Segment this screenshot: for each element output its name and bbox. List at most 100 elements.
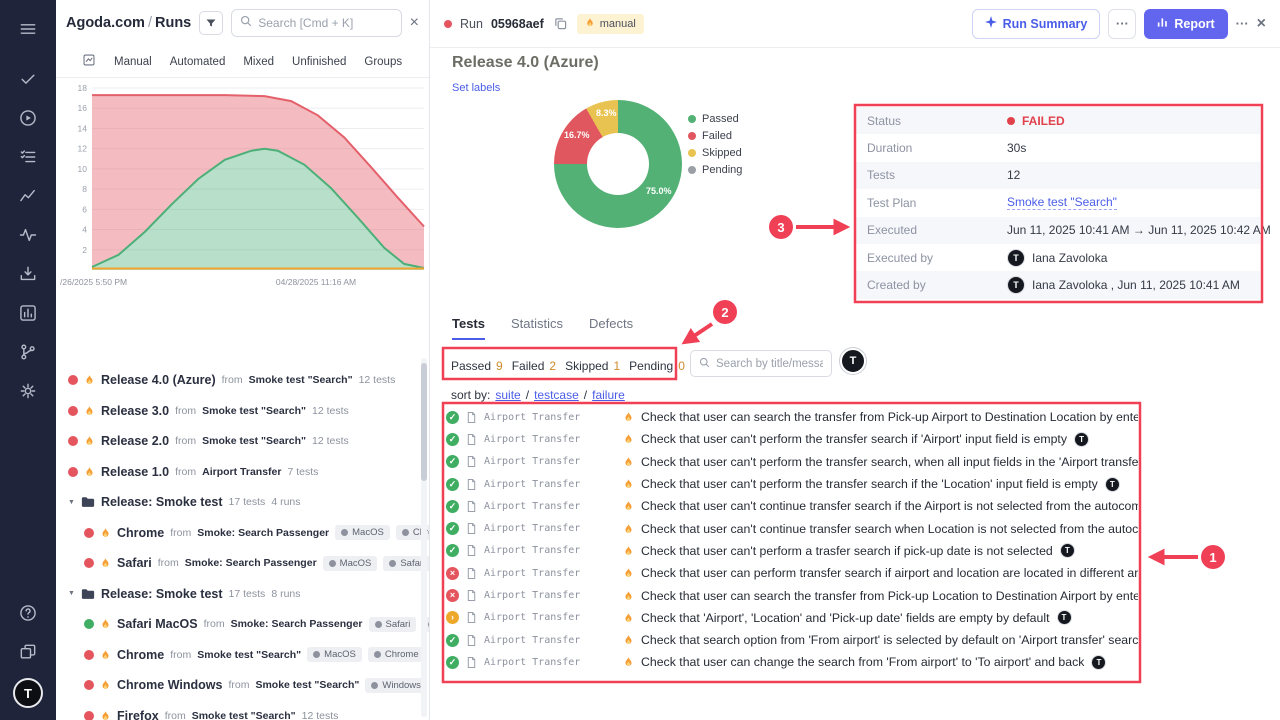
test-row[interactable]: ✓Airport TransferCheck that user can't p… [446,473,1138,495]
tests-search-input[interactable] [716,358,823,370]
run-row[interactable]: Release 3.0fromSmoke test "Search"12 tes… [68,396,429,427]
filter-pending[interactable]: Pending0 [629,359,685,373]
tab-manual[interactable]: Manual [114,56,152,68]
analytics-icon[interactable] [13,300,43,326]
test-title: Check that user can't perform the transf… [641,477,1098,491]
import-icon[interactable] [13,261,43,287]
tab-automated[interactable]: Automated [170,56,226,68]
test-row[interactable]: ✓Airport TransferCheck that user can't c… [446,495,1138,517]
sort-testcase[interactable]: testcase [534,388,579,402]
run-folder-row[interactable]: ▼Release: Smoke test17 tests8 runs [68,579,429,610]
settings-gear-icon[interactable] [13,378,43,404]
scrollbar-thumb[interactable] [421,363,427,481]
filter-failed[interactable]: Failed2 [512,359,556,373]
help-icon[interactable] [13,600,43,626]
copy-icon[interactable] [552,15,569,32]
run-row[interactable]: SafarifromSmoke: Search PassengerMacOSSa… [68,548,429,579]
checklist-icon[interactable] [13,144,43,170]
user-filter-avatar[interactable]: T [840,348,866,374]
run-status-dot [444,20,452,28]
runs-filter-tabs: Manual Automated Mixed Unfinished Groups [56,46,429,78]
test-row[interactable]: ✓Airport TransferCheck that user can't c… [446,517,1138,539]
filter-skipped[interactable]: Skipped1 [565,359,620,373]
testcase-icon [466,589,477,602]
run-folder-row[interactable]: ▼Release: Smoke test17 tests4 runs [68,487,429,518]
runs-search-input[interactable] [258,16,392,30]
tab-groups[interactable]: Groups [364,56,402,68]
run-status-icon [84,528,94,538]
tab-mixed[interactable]: Mixed [243,56,274,68]
project-name[interactable]: Agoda.com [66,15,145,31]
runs-chart-icon[interactable] [82,53,96,70]
runs-search[interactable] [231,9,401,37]
user-avatar[interactable]: T [13,678,43,708]
test-row[interactable]: ✓Airport TransferCheck that user can sea… [446,406,1138,428]
test-row[interactable]: ✓Airport TransferCheck that user can't p… [446,428,1138,450]
run-summary-button[interactable]: Run Summary [972,9,1101,39]
os-badge: MacOS [323,556,378,571]
run-row[interactable]: Chrome WindowsfromSmoke test "Search"Win… [68,670,429,701]
info-value: 12 [1007,168,1020,182]
filter-button[interactable] [199,11,223,35]
run-row[interactable]: ChromefromSmoke: Search PassengerMacOSCh… [68,518,429,549]
more-button-secondary[interactable]: ··· [1236,16,1249,31]
run-status-icon [84,619,94,629]
sort-failure[interactable]: failure [592,388,625,402]
chevron-down-icon[interactable]: ▼ [68,590,75,597]
test-row[interactable]: ›Airport TransferCheck that 'Airport', '… [446,607,1138,629]
test-suite: Airport Transfer [484,545,616,556]
test-row[interactable]: ×Airport TransferCheck that user can sea… [446,584,1138,606]
run-info-table: StatusFAILEDDuration30sTests12Test PlanS… [855,107,1260,299]
projects-icon[interactable] [13,639,43,665]
tab-unfinished[interactable]: Unfinished [292,56,346,68]
sort-suite[interactable]: suite [495,388,520,402]
run-row[interactable]: ChromefromSmoke test "Search"MacOSChrome [68,640,429,671]
test-row[interactable]: ✓Airport TransferCheck that user can't p… [446,540,1138,562]
runs-play-icon[interactable] [13,105,43,131]
close-run-button[interactable]: × [1257,15,1266,33]
tab-defects[interactable]: Defects [589,316,633,340]
more-button[interactable]: ··· [1108,9,1136,39]
run-row[interactable]: Release 2.0fromSmoke test "Search"12 tes… [68,426,429,457]
donut-legend: Passed Failed Skipped Pending [688,113,742,176]
test-plan-link[interactable]: Smoke test "Search" [1007,195,1117,210]
tab-statistics[interactable]: Statistics [511,316,563,340]
filter-passed[interactable]: Passed9 [451,359,503,373]
run-status-icon [68,375,78,385]
panel-scrollbar[interactable] [421,358,427,717]
test-status-icon: ✓ [446,656,459,669]
run-row[interactable]: Release 4.0 (Azure)fromSmoke test "Searc… [68,365,429,396]
test-row[interactable]: ×Airport TransferCheck that user can per… [446,562,1138,584]
user-avatar: T [1105,477,1120,492]
tests-check-icon[interactable] [13,66,43,92]
os-badge: Chrome [368,647,425,662]
sort-label: sort by: [451,388,490,402]
app: T Agoda.com/Runs × Manual Automated Mixe… [0,0,1280,720]
run-row[interactable]: Safari MacOSfromSmoke: Search PassengerS… [68,609,429,640]
search-icon [699,355,710,373]
os-badge: Safari [369,617,417,632]
set-labels-link[interactable]: Set labels [452,82,500,94]
trend-icon[interactable] [13,183,43,209]
branch-icon[interactable] [13,339,43,365]
close-panel-button[interactable]: × [410,14,419,32]
testcase-icon [466,656,477,669]
menu-icon[interactable] [13,16,43,42]
run-suite: Smoke test "Search" [202,405,306,417]
run-row[interactable]: Release 1.0fromAirport Transfer7 tests [68,457,429,488]
donut-label-skipped: 8.3% [596,108,617,118]
run-label: Run [460,17,483,31]
test-row[interactable]: ✓Airport TransferCheck that search optio… [446,629,1138,651]
run-row[interactable]: FirefoxfromSmoke test "Search"12 tests [68,701,429,720]
report-button[interactable]: Report [1144,9,1227,39]
test-row[interactable]: ✓Airport TransferCheck that user can cha… [446,651,1138,673]
run-name: Safari [117,556,152,570]
tab-tests[interactable]: Tests [452,316,485,340]
runs-trend-chart-wrap: 24681012141618/26/2025 5:50 PM04/28/2025… [56,78,429,295]
pulse-icon[interactable] [13,222,43,248]
tests-search[interactable] [690,350,832,377]
chevron-down-icon[interactable]: ▼ [68,499,75,506]
test-row[interactable]: ✓Airport TransferCheck that user can't p… [446,451,1138,473]
test-status-icon: × [446,589,459,602]
sort-separator: / [526,388,529,402]
